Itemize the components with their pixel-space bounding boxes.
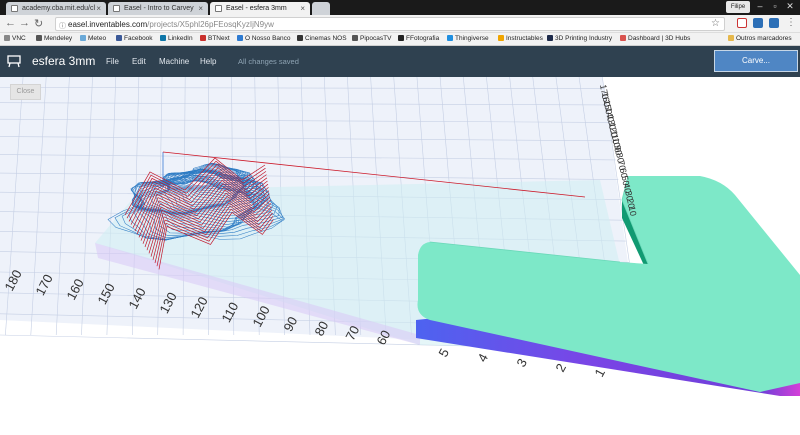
menu-help[interactable]: Help (200, 57, 216, 66)
bookmark-icon (80, 35, 86, 41)
axis-tick-label: 5 (435, 346, 452, 359)
bookmark-meteo[interactable]: Meteo (80, 35, 106, 42)
bookmark-vnc[interactable]: VNC (4, 35, 26, 42)
bookmark-icon (200, 35, 206, 41)
bookmark-3dhubs[interactable]: Dashboard | 3D Hubs (620, 35, 690, 42)
bookmark-mendeley[interactable]: Mendeley (36, 35, 72, 42)
bookmark-icon (237, 35, 243, 41)
axis-tick-label: 10 (627, 205, 639, 217)
preview-scene: 180 170 160 150 140 130 120 110 100 90 80 70 60 5432… (0, 77, 800, 396)
bookmark-btnext[interactable]: BTNext (200, 35, 230, 42)
bookmark-icon (297, 35, 303, 41)
close-tab-icon[interactable]: × (96, 4, 101, 13)
apps-icon (4, 35, 10, 41)
browser-tab-active[interactable]: Easel - esfera 3mm × (210, 2, 310, 15)
folder-icon (728, 35, 734, 41)
axis-tick-label: 4 (474, 351, 491, 364)
bookmark-icon (547, 35, 553, 41)
easel-logo-icon (7, 55, 21, 68)
bookmark-icon (398, 35, 404, 41)
bookmark-icon (447, 35, 453, 41)
reload-icon[interactable]: ↻ (34, 17, 43, 30)
close-tab-icon[interactable]: × (300, 4, 305, 13)
facebook-icon (116, 35, 122, 41)
address-bar: ← → ↻ ⓘ easel.inventables.com/projects/X… (0, 15, 800, 33)
bookmark-3dpi[interactable]: 3D Printing Industry (547, 35, 612, 42)
back-icon[interactable]: ← (5, 17, 16, 29)
menu-edit[interactable]: Edit (132, 57, 146, 66)
close-button[interactable]: Close (10, 84, 41, 100)
url-input[interactable]: ⓘ easel.inventables.com/projects/X5phl26… (55, 17, 725, 31)
axis-tick-label: 3 (513, 356, 530, 369)
bookmark-icon (352, 35, 358, 41)
profile-button[interactable]: Filipe (726, 1, 750, 13)
bookmark-icon (498, 35, 504, 41)
chrome-menu-icon[interactable]: ⋮ (786, 17, 796, 28)
bookmark-linkedin[interactable]: LinkedIn (160, 35, 193, 42)
save-status: All changes saved (238, 57, 299, 66)
axis-tick-label: 2 (552, 361, 569, 374)
page-icon (113, 5, 120, 12)
app-header: esfera 3mm File Edit Machine Help All ch… (0, 46, 800, 77)
minimize-icon[interactable]: – (753, 1, 767, 11)
page-icon (11, 5, 18, 12)
menu-file[interactable]: File (106, 57, 119, 66)
linkedin-icon (160, 35, 166, 41)
bookmark-folder-other[interactable]: Outros marcadores (728, 35, 792, 42)
close-window-icon[interactable]: ✕ (783, 1, 797, 12)
maximize-icon[interactable]: ▫ (768, 1, 782, 11)
carve-button[interactable]: Carve... (714, 50, 798, 72)
download-extension-icon[interactable] (753, 18, 763, 28)
bookmark-icon (620, 35, 626, 41)
star-icon[interactable]: ☆ (711, 18, 720, 29)
bookmarks-bar: VNC Mendeley Meteo Facebook LinkedIn BTN… (0, 33, 800, 46)
bookmark-banco[interactable]: O Nosso Banco (237, 35, 291, 42)
new-tab-button[interactable] (312, 2, 330, 15)
forward-icon[interactable]: → (19, 17, 30, 29)
bookmark-thingiverse[interactable]: Thingiverse (447, 35, 489, 42)
bookmark-facebook[interactable]: Facebook (116, 35, 153, 42)
bookmark-pipocas[interactable]: PipocasTV (352, 35, 391, 42)
close-tab-icon[interactable]: × (198, 4, 203, 13)
info-icon: ⓘ (59, 23, 66, 30)
bookmark-icon (36, 35, 42, 41)
page-icon (215, 5, 222, 12)
bookmark-ffotografia[interactable]: FFotografia (398, 35, 439, 42)
menu-machine[interactable]: Machine (159, 57, 189, 66)
3d-preview-canvas[interactable]: 180 170 160 150 140 130 120 110 100 90 80 70 60 5432… (0, 77, 800, 435)
browser-tab[interactable]: Easel - Intro to Carvey × (108, 2, 208, 15)
project-title[interactable]: esfera 3mm (32, 54, 95, 68)
browser-tab-strip: academy.cba.mit.edu/cl × Easel - Intro t… (0, 0, 800, 15)
browser-tab[interactable]: academy.cba.mit.edu/cl × (6, 2, 106, 15)
bookmark-cinemas[interactable]: Cinemas NOS (297, 35, 347, 42)
gmail-icon[interactable] (737, 18, 747, 28)
bookmark-instructables[interactable]: Instructables (498, 35, 543, 42)
extension-icon[interactable] (769, 18, 779, 28)
